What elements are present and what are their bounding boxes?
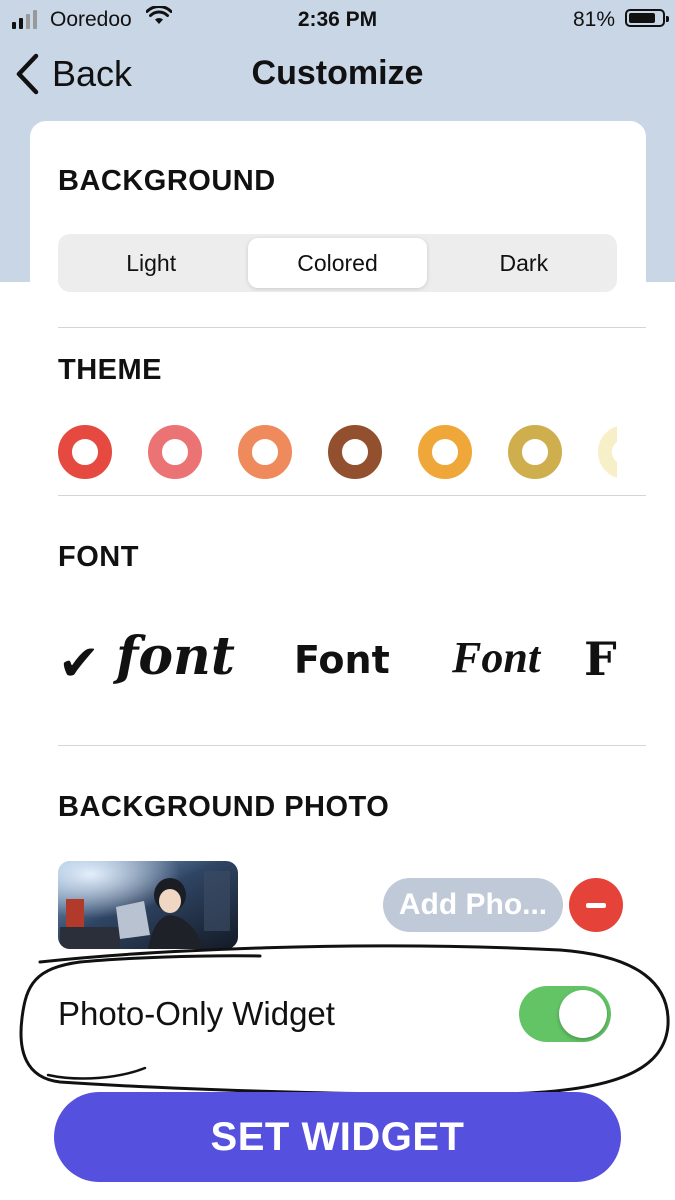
theme-color-list (58, 423, 617, 483)
photo-only-widget-toggle[interactable] (519, 986, 611, 1042)
battery-icon (625, 9, 669, 27)
photo-only-widget-label: Photo-Only Widget (58, 995, 335, 1032)
background-option-colored[interactable]: Colored (248, 238, 427, 288)
minus-circle-icon (586, 903, 606, 908)
background-photo-section-title: BACKGROUND PHOTO (58, 791, 390, 823)
background-option-dark[interactable]: Dark (435, 238, 613, 288)
font-section-title: FONT (58, 541, 139, 573)
theme-color-1[interactable] (58, 425, 112, 479)
toggle-knob (559, 990, 607, 1038)
theme-color-4[interactable] (328, 425, 382, 479)
theme-section-title: THEME (58, 354, 162, 386)
add-photo-button[interactable]: Add Pho... (383, 878, 563, 932)
theme-color-3[interactable] (238, 425, 292, 479)
photo-thumbnail[interactable] (58, 861, 238, 949)
status-bar: Ooredoo 2:36 PM 81% (0, 0, 675, 40)
background-segmented-control: Light Colored Dark (58, 234, 617, 292)
remove-photo-button[interactable] (569, 878, 623, 932)
font-option-list: ✔ font Font Font F (58, 626, 617, 706)
divider (58, 495, 646, 496)
battery-percent: 81% (572, 8, 615, 31)
theme-color-5[interactable] (418, 425, 472, 479)
background-photo-row: Add Pho... (58, 861, 623, 951)
page-title: Customize (251, 54, 424, 92)
customize-card: BACKGROUND Light Colored Dark THEME FONT… (30, 121, 646, 1121)
checkmark-icon: ✔ (58, 635, 100, 691)
font-option-brush[interactable]: Font (452, 632, 540, 683)
divider (58, 327, 646, 328)
photo-only-widget-row: Photo-Only Widget (58, 983, 617, 1049)
theme-color-2[interactable] (148, 425, 202, 479)
font-option-serif[interactable]: F (584, 632, 617, 686)
set-widget-button[interactable]: SET WIDGET (54, 1092, 621, 1182)
font-option-script[interactable]: font (116, 626, 235, 687)
theme-color-6[interactable] (508, 425, 562, 479)
background-option-light[interactable]: Light (62, 238, 240, 288)
font-option-bold-sans[interactable]: Font (294, 638, 390, 682)
theme-color-7[interactable] (598, 425, 617, 479)
divider (58, 745, 646, 746)
background-section-title: BACKGROUND (58, 165, 276, 197)
navigation-bar: Back Customize (0, 44, 675, 104)
